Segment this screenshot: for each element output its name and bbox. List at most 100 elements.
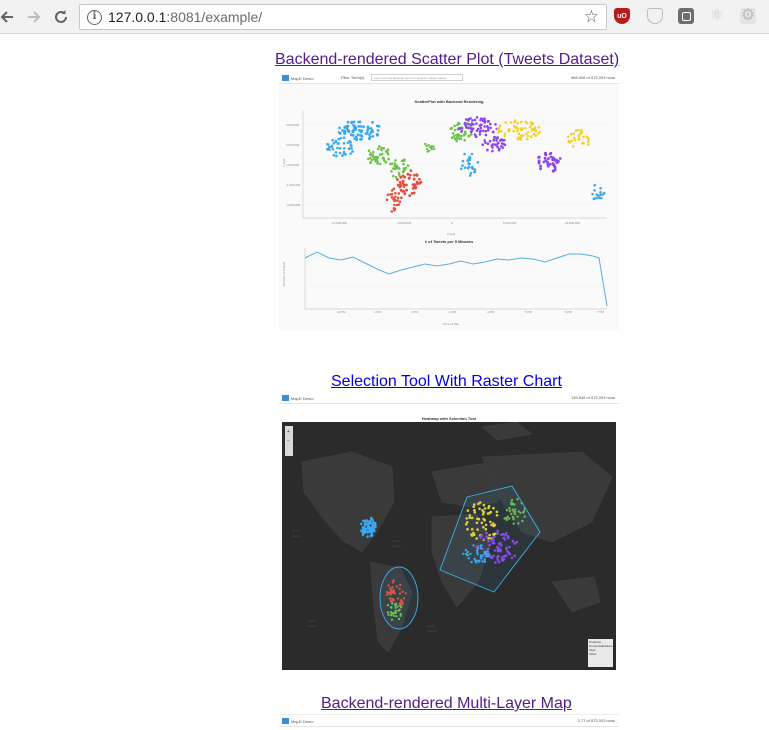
react-devtools-icon[interactable]: ⚛ bbox=[709, 8, 725, 24]
multilayer-map-thumbnail[interactable]: MapD Demo 2,77 of 573,003 rows bbox=[279, 714, 619, 730]
svg-text:5 PM: 5 PM bbox=[525, 310, 533, 314]
scatter-point bbox=[376, 133, 379, 137]
scatter-point bbox=[467, 134, 471, 137]
scatter-point bbox=[352, 123, 355, 127]
scatter-point bbox=[381, 156, 385, 160]
svg-text:North: North bbox=[292, 529, 300, 533]
scatter-point bbox=[374, 155, 377, 159]
scatter-point bbox=[587, 143, 590, 146]
svg-text:Pacific: Pacific bbox=[292, 534, 301, 538]
scatter-point bbox=[518, 137, 521, 140]
svg-text:# of Tweets per 5 Minutes: # of Tweets per 5 Minutes bbox=[425, 239, 474, 244]
scatter-point bbox=[418, 177, 421, 181]
scatter-point bbox=[491, 143, 495, 146]
scatter-point bbox=[389, 162, 392, 166]
scatter-plot-thumbnail[interactable]: MapD Demo Filter Term(s) use a comma bet… bbox=[279, 72, 619, 330]
scatter-point bbox=[342, 142, 346, 145]
scatter-point bbox=[394, 176, 398, 179]
scatter-point bbox=[484, 129, 488, 133]
scatter-point bbox=[593, 189, 596, 192]
scatter-point bbox=[464, 123, 467, 127]
example-link-raster[interactable]: Selection Tool With Raster Chart bbox=[331, 373, 562, 391]
scatter-point bbox=[390, 192, 394, 196]
scatter-point bbox=[525, 137, 529, 141]
square-extension-icon[interactable] bbox=[678, 8, 694, 24]
svg-text:2,000,000: 2,000,000 bbox=[286, 143, 300, 147]
scatter-point bbox=[600, 196, 603, 200]
address-bar[interactable]: i 127.0.0.1:8081/example/ ☆ bbox=[79, 4, 607, 30]
scatter-point bbox=[433, 147, 436, 151]
scatter-point bbox=[530, 123, 533, 126]
scatter-point bbox=[460, 129, 463, 133]
scatter-point bbox=[378, 145, 381, 148]
example-title[interactable]: Selection Tool With Raster Chart bbox=[331, 373, 562, 390]
forward-arrow-icon[interactable] bbox=[23, 6, 45, 28]
bookmark-star-icon[interactable]: ☆ bbox=[584, 7, 599, 27]
scatter-point bbox=[387, 157, 390, 161]
scatter-point bbox=[527, 130, 530, 134]
scatter-point bbox=[392, 167, 395, 170]
back-arrow-icon[interactable] bbox=[0, 6, 18, 28]
scatter-point bbox=[405, 188, 408, 192]
scatter-point bbox=[376, 147, 380, 151]
scatter-point bbox=[463, 132, 467, 135]
scatter-point bbox=[346, 120, 350, 124]
scatter-point bbox=[597, 194, 600, 198]
ublock-origin-icon[interactable]: uO bbox=[614, 8, 630, 24]
svg-text:-12,000,000: -12,000,000 bbox=[331, 221, 347, 225]
scatter-point bbox=[593, 183, 596, 187]
scatter-point bbox=[361, 526, 365, 530]
scatter-point bbox=[394, 159, 397, 162]
scatter-point bbox=[326, 147, 329, 151]
gear-extension-icon[interactable]: ⚙ bbox=[740, 8, 756, 24]
example-link-scatter[interactable]: Backend-rendered Scatter Plot (Tweets Da… bbox=[275, 51, 619, 69]
url-text[interactable]: 127.0.0.1:8081/example/ bbox=[108, 9, 262, 25]
scatter-point bbox=[507, 129, 511, 133]
scatter-point bbox=[491, 146, 494, 149]
scatter-point bbox=[371, 121, 374, 124]
scatter-points bbox=[326, 116, 606, 213]
example-title[interactable]: Backend-rendered Multi-Layer Map bbox=[321, 695, 572, 712]
scatter-point bbox=[385, 198, 389, 201]
scatter-point bbox=[392, 197, 395, 200]
row-count: 139,845 of 573,003 rows bbox=[570, 395, 615, 400]
scatter-point bbox=[412, 173, 416, 177]
scatter-point bbox=[425, 144, 428, 148]
scatter-point bbox=[591, 192, 594, 196]
scatter-point bbox=[334, 151, 338, 154]
scatter-point bbox=[351, 150, 354, 153]
scatter-point bbox=[469, 127, 473, 130]
raster-chart-thumbnail[interactable]: MapD Demo 139,845 of 573,003 rows Heatma… bbox=[279, 392, 619, 670]
scatter-point bbox=[572, 132, 576, 136]
shield-extension-icon[interactable] bbox=[647, 8, 663, 24]
scatter-point bbox=[478, 133, 482, 136]
scatter-point bbox=[580, 130, 584, 134]
scatter-point bbox=[551, 169, 555, 173]
example-link-multilayer[interactable]: Backend-rendered Multi-Layer Map bbox=[321, 695, 572, 713]
scatter-point bbox=[587, 140, 590, 144]
scatter-point bbox=[368, 135, 372, 139]
svg-text:6 PM: 6 PM bbox=[565, 310, 573, 314]
svg-text:Atlantic: Atlantic bbox=[427, 629, 437, 633]
scatter-point bbox=[402, 189, 405, 193]
scatter-point bbox=[496, 142, 500, 145]
scatter-point bbox=[500, 138, 503, 141]
svg-text:1,000,000: 1,000,000 bbox=[286, 163, 300, 167]
scatter-point bbox=[467, 126, 470, 130]
scatter-point bbox=[338, 147, 342, 150]
scatter-point bbox=[476, 161, 480, 164]
scatter-point bbox=[367, 149, 371, 153]
scatter-point bbox=[342, 136, 346, 139]
scatter-point bbox=[551, 158, 555, 161]
info-icon[interactable]: i bbox=[87, 10, 102, 25]
heatmap-title: Heatmap with Selection Tool bbox=[421, 416, 477, 421]
scatter-point bbox=[488, 139, 492, 143]
scatter-point bbox=[359, 134, 362, 137]
scatter-point bbox=[331, 138, 334, 142]
svg-text:6,000,000: 6,000,000 bbox=[503, 221, 517, 225]
reload-icon[interactable] bbox=[50, 6, 72, 28]
scatter-point bbox=[546, 162, 550, 166]
example-title[interactable]: Backend-rendered Scatter Plot (Tweets Da… bbox=[275, 51, 619, 68]
scatter-point bbox=[534, 128, 537, 132]
scatter-point bbox=[390, 210, 394, 213]
